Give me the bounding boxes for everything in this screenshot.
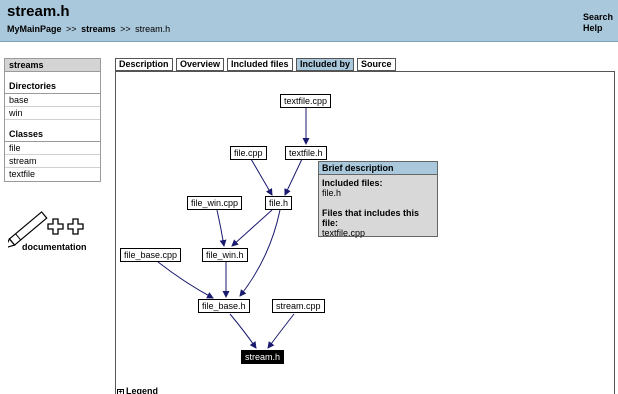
brief-included-by-value: textfile.cpp: [322, 228, 366, 238]
page-header: stream.h MyMainPage >> streams >> stream…: [0, 0, 618, 42]
breadcrumb-streams[interactable]: streams: [81, 24, 116, 34]
tab-included-by[interactable]: Included by: [296, 58, 355, 71]
sidebar: streams Directories base win Classes fil…: [4, 58, 101, 182]
sidebar-item-base[interactable]: base: [5, 94, 100, 107]
brief-description-tooltip: Brief description Included files: file.h…: [318, 161, 438, 238]
graph-node-textfile-h[interactable]: textfile.h: [285, 146, 327, 160]
graph-node-stream-h[interactable]: stream.h: [241, 350, 285, 364]
help-link[interactable]: Help: [583, 23, 613, 34]
logo-caption: documentation: [22, 242, 87, 252]
header-links: Search Help: [583, 12, 613, 34]
sidebar-title[interactable]: streams: [5, 59, 100, 72]
sidebar-item-win[interactable]: win: [5, 107, 100, 120]
classes-heading: Classes: [5, 120, 100, 142]
brief-included-value: file.h: [322, 188, 342, 198]
tab-description[interactable]: Description: [115, 58, 173, 71]
graph-node-file-win-h[interactable]: file_win.h: [202, 248, 248, 262]
graph-node-file-base-h[interactable]: file_base.h: [198, 299, 250, 313]
legend-label: Legend: [126, 386, 159, 394]
graph-node-file-base-cpp[interactable]: file_base.cpp: [120, 248, 182, 262]
graph-node-file-win-cpp[interactable]: file_win.cpp: [187, 196, 243, 210]
sidebar-item-textfile[interactable]: textfile: [5, 168, 100, 181]
tab-overview[interactable]: Overview: [176, 58, 225, 71]
graph-node-textfile-cpp[interactable]: textfile.cpp: [280, 94, 332, 108]
brief-included-by-label: Files that includes this file:: [322, 208, 420, 228]
breadcrumb-separator: >>: [66, 24, 77, 34]
search-link[interactable]: Search: [583, 12, 613, 23]
tab-included-files[interactable]: Included files: [227, 58, 293, 71]
breadcrumb-separator: >>: [120, 24, 131, 34]
brief-included-label: Included files:: [322, 178, 383, 188]
expand-icon[interactable]: +: [117, 389, 124, 394]
breadcrumb: MyMainPage >> streams >> stream.h: [7, 24, 170, 34]
breadcrumb-current: stream.h: [135, 24, 171, 34]
sidebar-item-file[interactable]: file: [5, 142, 100, 155]
sidebar-item-stream[interactable]: stream: [5, 155, 100, 168]
graph-node-file-h[interactable]: file.h: [265, 196, 293, 210]
graph-node-file-cpp[interactable]: file.cpp: [230, 146, 267, 160]
graph-node-stream-cpp[interactable]: stream.cpp: [272, 299, 325, 313]
page-title: stream.h: [7, 3, 70, 20]
breadcrumb-mymainpage[interactable]: MyMainPage: [7, 24, 62, 34]
tab-source[interactable]: Source: [357, 58, 396, 71]
legend-toggle[interactable]: + Legend: [117, 386, 158, 394]
brief-title: Brief description: [319, 162, 437, 175]
directories-heading: Directories: [5, 72, 100, 94]
